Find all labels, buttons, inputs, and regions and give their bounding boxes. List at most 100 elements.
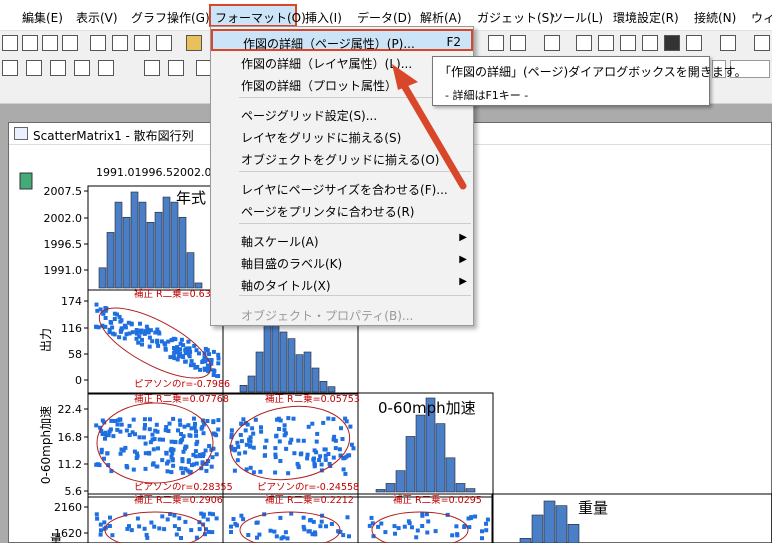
weight-hist-bar (567, 524, 580, 543)
scatter-point-power-year (209, 358, 214, 362)
scatter-point-power-year (103, 316, 108, 320)
y-tick-label: 11.2 (58, 458, 83, 471)
power-hist-bar (327, 386, 336, 393)
year-hist-bar (162, 196, 171, 289)
power-hist-bar (263, 318, 272, 393)
power-hist-bar (319, 381, 328, 393)
scatter-point-weight-power (235, 523, 239, 528)
scatter-point-weight-year (137, 524, 142, 529)
accel-hist-bar (395, 470, 406, 493)
year-hist-bar (130, 191, 139, 289)
scatter-point-weight-year (179, 536, 183, 540)
year-hist-bar (106, 232, 115, 289)
scatter-point-weight-year (205, 517, 210, 522)
menu-item-label: ページをプリンタに合わせる(R) (241, 205, 415, 219)
scatter-point-power-year (138, 321, 142, 326)
scatter-point-accel-power (305, 452, 310, 457)
format-menu-item-7[interactable]: ページをプリンタに合わせる(R) (211, 199, 473, 221)
format-menu-item-5[interactable]: オブジェクトをグリッドに揃える(O) (211, 147, 473, 169)
scatter-point-accel-power (310, 421, 315, 426)
scatter-point-accel-year (109, 418, 114, 423)
annotation-pearson: ピアソンのr=-0.24558 (257, 482, 359, 493)
format-menu-item-3[interactable]: ページグリッド設定(S)... (211, 103, 473, 125)
scatter-point-accel-year (165, 461, 169, 466)
annotation-r2: 補正 R二乗=0.2906 (134, 494, 223, 506)
scatter-point-accel-year (182, 424, 187, 429)
power-hist-bar (287, 338, 296, 393)
scatter-point-accel-year (189, 426, 194, 431)
scatter-point-weight-accel (433, 529, 438, 534)
scatter-point-accel-year (142, 426, 147, 431)
scatter-point-weight-power (319, 519, 324, 524)
scatter-point-accel-year (148, 440, 153, 445)
diag-title-accel: 0-60mph加速 (378, 399, 476, 417)
scatter-point-weight-year (142, 526, 147, 531)
scatter-point-weight-power (257, 532, 262, 537)
accel-hist-bar (445, 457, 456, 493)
weight-hist-bar (519, 538, 532, 543)
scatter-point-weight-year (165, 517, 170, 522)
scatter-point-accel-power (232, 468, 237, 473)
scatter-point-accel-year (214, 433, 219, 438)
submenu-arrow-icon: ▶ (459, 232, 467, 243)
scatter-point-power-year (206, 366, 211, 371)
scatter-point-weight-year (206, 529, 211, 534)
scatter-point-weight-year (160, 514, 165, 519)
scatter-point-accel-year (178, 422, 183, 427)
weight-hist-bar (531, 514, 544, 543)
scatter-point-accel-power (343, 471, 348, 476)
annotation-r2: 補正 R二乗=0.636 (134, 288, 217, 300)
scatter-point-power-year (183, 348, 188, 353)
scatter-point-accel-year (127, 423, 132, 428)
scatter-point-weight-year (172, 524, 177, 529)
scatter-point-power-year (211, 373, 216, 377)
format-menu-item-0[interactable]: 作図の詳細（ページ属性）(P)... F2 (211, 29, 473, 51)
y-tick-label: 5.6 (65, 485, 83, 498)
scatter-point-power-year (183, 359, 188, 364)
scatter-point-power-year (189, 359, 194, 364)
scatter-point-accel-year (194, 442, 199, 447)
scatter-point-power-year (96, 325, 101, 330)
scatter-point-weight-power (278, 515, 283, 520)
scatter-point-accel-year (169, 454, 174, 459)
format-menu-item-9[interactable]: 軸目盛のラベル(K) ▶ (211, 251, 473, 273)
menu-item-label: 軸目盛のラベル(K) (241, 257, 343, 271)
format-menu-item-6[interactable]: レイヤにページサイズを合わせる(F)... (211, 177, 473, 199)
scatter-point-accel-year (147, 427, 152, 432)
power-hist-bar (239, 385, 248, 393)
scatter-point-power-year (112, 317, 117, 321)
scatter-point-accel-year (216, 427, 221, 432)
scatter-point-accel-year (116, 418, 121, 423)
scatter-point-accel-year (150, 462, 155, 467)
scatter-point-accel-year (151, 447, 156, 452)
scatter-point-accel-power (311, 457, 316, 462)
format-menu-item-8[interactable]: 軸スケール(A) ▶ (211, 229, 473, 251)
scatter-point-accel-year (131, 417, 136, 422)
format-menu-item-4[interactable]: レイヤをグリッドに揃える(S) (211, 125, 473, 147)
format-menu-item-11[interactable]: オブジェクト・プロパティ(B)... (211, 303, 473, 325)
scatter-point-accel-year (180, 470, 185, 475)
scatter-point-power-year (171, 354, 176, 359)
scatter-point-accel-year (194, 433, 199, 438)
scatter-point-weight-accel (425, 530, 430, 535)
scatter-point-power-year (150, 339, 155, 344)
y-tick-label: 174 (61, 295, 82, 308)
axis-icon (19, 172, 33, 190)
format-menu-item-10[interactable]: 軸のタイトル(X) ▶ (211, 273, 473, 295)
scatter-point-accel-power (291, 416, 296, 421)
scatter-point-accel-power (349, 442, 354, 447)
scatter-point-weight-power (329, 522, 334, 526)
scatter-point-power-year (147, 335, 152, 340)
confidence-ellipse (98, 307, 212, 379)
y-tick-label: 2007.5 (44, 185, 83, 198)
scatter-point-weight-accel (455, 533, 460, 538)
scatter-point-power-year (178, 341, 183, 346)
menu-item-label: 作図の詳細（プロット属性） (241, 79, 398, 93)
scatter-point-accel-power (263, 453, 267, 458)
accel-hist-bar (455, 483, 466, 493)
scatter-point-accel-year (203, 448, 208, 453)
scatter-point-weight-year (110, 533, 115, 538)
scatter-point-power-year (203, 346, 208, 351)
year-hist-bar (194, 282, 203, 289)
scatter-point-power-year (216, 361, 221, 366)
